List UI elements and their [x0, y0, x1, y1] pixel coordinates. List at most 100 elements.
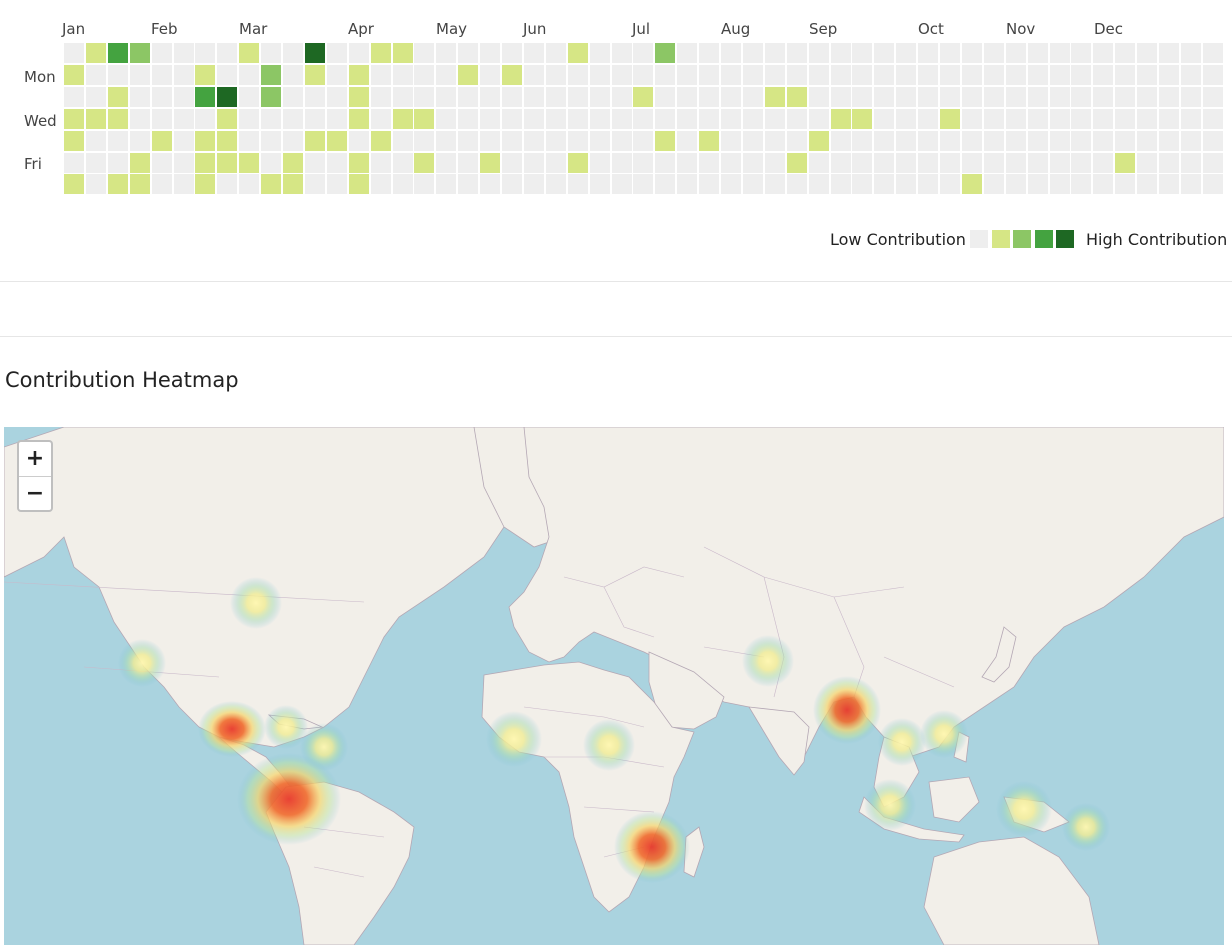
- day-cell[interactable]: [918, 87, 938, 107]
- zoom-out-button[interactable]: −: [19, 476, 51, 511]
- day-cell[interactable]: [524, 131, 544, 151]
- day-cell[interactable]: [414, 109, 434, 129]
- day-cell[interactable]: [1115, 87, 1135, 107]
- day-cell[interactable]: [371, 131, 391, 151]
- day-cell[interactable]: [962, 109, 982, 129]
- day-cell[interactable]: [765, 174, 785, 194]
- day-cell[interactable]: [1050, 153, 1070, 173]
- day-cell[interactable]: [1137, 174, 1157, 194]
- day-cell[interactable]: [546, 174, 566, 194]
- day-cell[interactable]: [1050, 87, 1070, 107]
- day-cell[interactable]: [261, 131, 281, 151]
- day-cell[interactable]: [1203, 87, 1223, 107]
- day-cell[interactable]: [874, 43, 894, 63]
- day-cell[interactable]: [852, 109, 872, 129]
- day-cell[interactable]: [502, 109, 522, 129]
- day-cell[interactable]: [633, 43, 653, 63]
- day-cell[interactable]: [108, 153, 128, 173]
- day-cell[interactable]: [349, 109, 369, 129]
- day-cell[interactable]: [217, 174, 237, 194]
- day-cell[interactable]: [940, 43, 960, 63]
- day-cell[interactable]: [436, 87, 456, 107]
- day-cell[interactable]: [984, 109, 1004, 129]
- day-cell[interactable]: [414, 131, 434, 151]
- day-cell[interactable]: [852, 153, 872, 173]
- day-cell[interactable]: [721, 43, 741, 63]
- day-cell[interactable]: [195, 153, 215, 173]
- day-cell[interactable]: [1028, 153, 1048, 173]
- day-cell[interactable]: [414, 87, 434, 107]
- day-cell[interactable]: [809, 109, 829, 129]
- day-cell[interactable]: [305, 174, 325, 194]
- day-cell[interactable]: [699, 43, 719, 63]
- day-cell[interactable]: [1006, 109, 1026, 129]
- day-cell[interactable]: [64, 43, 84, 63]
- day-cell[interactable]: [1028, 87, 1048, 107]
- day-cell[interactable]: [743, 174, 763, 194]
- day-cell[interactable]: [1093, 87, 1113, 107]
- day-cell[interactable]: [393, 174, 413, 194]
- day-cell[interactable]: [743, 131, 763, 151]
- day-cell[interactable]: [765, 131, 785, 151]
- day-cell[interactable]: [152, 65, 172, 85]
- day-cell[interactable]: [152, 153, 172, 173]
- day-cell[interactable]: [546, 87, 566, 107]
- day-cell[interactable]: [195, 65, 215, 85]
- day-cell[interactable]: [568, 65, 588, 85]
- day-cell[interactable]: [918, 109, 938, 129]
- day-cell[interactable]: [283, 131, 303, 151]
- day-cell[interactable]: [64, 65, 84, 85]
- day-cell[interactable]: [283, 65, 303, 85]
- day-cell[interactable]: [1115, 109, 1135, 129]
- day-cell[interactable]: [130, 43, 150, 63]
- day-cell[interactable]: [677, 87, 697, 107]
- day-cell[interactable]: [1071, 153, 1091, 173]
- day-cell[interactable]: [633, 174, 653, 194]
- day-cell[interactable]: [349, 65, 369, 85]
- day-cell[interactable]: [962, 87, 982, 107]
- day-cell[interactable]: [1181, 43, 1201, 63]
- day-cell[interactable]: [568, 109, 588, 129]
- day-cell[interactable]: [480, 131, 500, 151]
- day-cell[interactable]: [327, 153, 347, 173]
- day-cell[interactable]: [414, 43, 434, 63]
- day-cell[interactable]: [940, 174, 960, 194]
- day-cell[interactable]: [1093, 109, 1113, 129]
- day-cell[interactable]: [874, 153, 894, 173]
- day-cell[interactable]: [1093, 174, 1113, 194]
- day-cell[interactable]: [1028, 43, 1048, 63]
- day-cell[interactable]: [743, 109, 763, 129]
- day-cell[interactable]: [940, 153, 960, 173]
- day-cell[interactable]: [743, 65, 763, 85]
- day-cell[interactable]: [305, 131, 325, 151]
- day-cell[interactable]: [371, 153, 391, 173]
- day-cell[interactable]: [414, 174, 434, 194]
- day-cell[interactable]: [962, 131, 982, 151]
- day-cell[interactable]: [86, 109, 106, 129]
- day-cell[interactable]: [371, 87, 391, 107]
- day-cell[interactable]: [743, 153, 763, 173]
- day-cell[interactable]: [480, 109, 500, 129]
- day-cell[interactable]: [1203, 43, 1223, 63]
- day-cell[interactable]: [195, 131, 215, 151]
- day-cell[interactable]: [633, 131, 653, 151]
- day-cell[interactable]: [612, 87, 632, 107]
- day-cell[interactable]: [64, 153, 84, 173]
- day-cell[interactable]: [86, 131, 106, 151]
- day-cell[interactable]: [546, 43, 566, 63]
- day-cell[interactable]: [699, 131, 719, 151]
- day-cell[interactable]: [852, 87, 872, 107]
- day-cell[interactable]: [546, 131, 566, 151]
- day-cell[interactable]: [940, 65, 960, 85]
- day-cell[interactable]: [480, 65, 500, 85]
- day-cell[interactable]: [327, 87, 347, 107]
- day-cell[interactable]: [1137, 109, 1157, 129]
- day-cell[interactable]: [1050, 109, 1070, 129]
- day-cell[interactable]: [436, 131, 456, 151]
- day-cell[interactable]: [1050, 174, 1070, 194]
- day-cell[interactable]: [1050, 131, 1070, 151]
- day-cell[interactable]: [787, 153, 807, 173]
- day-cell[interactable]: [612, 109, 632, 129]
- day-cell[interactable]: [1071, 65, 1091, 85]
- day-cell[interactable]: [305, 65, 325, 85]
